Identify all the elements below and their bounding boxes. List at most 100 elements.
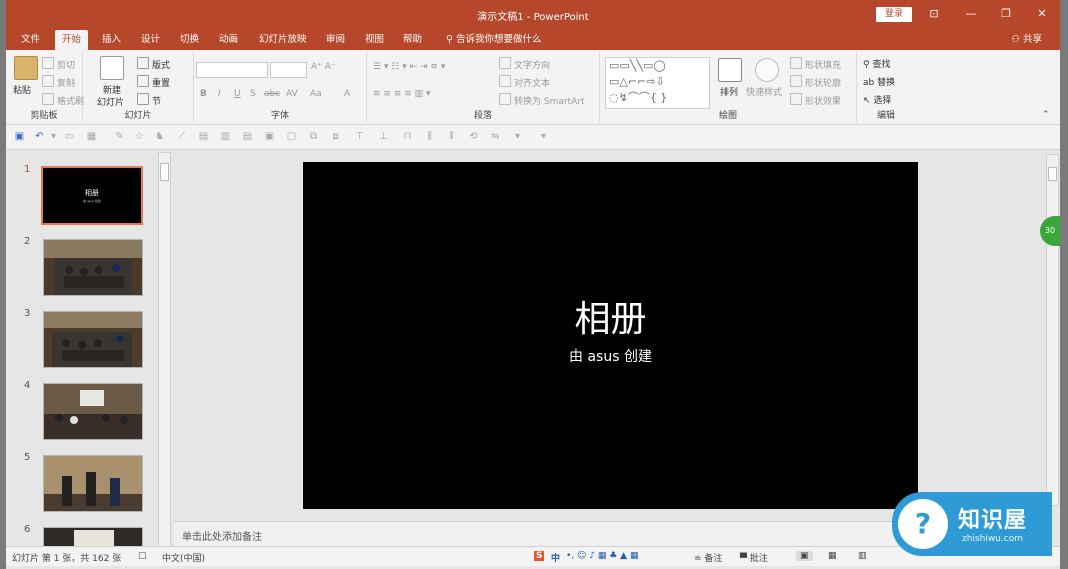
- shapes-gallery[interactable]: ▭▭╲╲▭◯ ▭△⌐⌐⇨⇩ ◌↯⌒⌒{ }: [605, 57, 710, 109]
- slide-thumbnail-1[interactable]: 相册 由 asus 创建: [41, 166, 143, 225]
- notes-placeholder[interactable]: 单击此处添加备注: [182, 528, 262, 543]
- slide-thumbnail-6[interactable]: [43, 527, 143, 547]
- layout-button[interactable]: 版式: [137, 57, 170, 71]
- eyedropper-icon[interactable]: ⟋: [176, 131, 187, 142]
- tab-insert[interactable]: 插入: [95, 30, 128, 50]
- format-painter-button[interactable]: 格式刷: [42, 93, 84, 107]
- cut-button[interactable]: 剪切: [42, 57, 75, 71]
- arrange-button[interactable]: 排列: [720, 85, 738, 98]
- shape-outline-button[interactable]: 形状轮廓: [790, 75, 841, 89]
- strikethrough-button[interactable]: abc: [264, 89, 280, 99]
- align-top-icon[interactable]: ⊤: [354, 131, 365, 142]
- undo-icon[interactable]: ↶: [34, 131, 45, 142]
- collapse-ribbon-icon[interactable]: ⌃: [1042, 110, 1050, 120]
- shape-fill-button[interactable]: 形状填充: [790, 57, 841, 71]
- font-size-input[interactable]: [270, 62, 307, 78]
- tab-help[interactable]: 帮助: [396, 30, 429, 50]
- animation-icon[interactable]: ♞: [154, 131, 165, 142]
- main-scrollbar[interactable]: [1046, 154, 1059, 506]
- tab-slideshow[interactable]: 幻灯片放映: [252, 30, 314, 50]
- align-right-icon[interactable]: ▤: [242, 131, 253, 142]
- shape-effects-button[interactable]: 形状效果: [790, 93, 841, 107]
- tab-transitions[interactable]: 切换: [173, 30, 206, 50]
- align-text-button[interactable]: 对齐文本: [499, 75, 550, 89]
- align-icons[interactable]: ≡ ≡ ≡ ≡ ▥ ▾: [373, 89, 431, 99]
- align-left-icon[interactable]: ▤: [198, 131, 209, 142]
- bullets-icon[interactable]: ☰ ▾ ☷ ▾ ⇤ ⇥ ≡ ▾: [373, 62, 445, 72]
- new-slide-label-2[interactable]: 幻灯片: [97, 95, 124, 108]
- current-slide[interactable]: 相册 由 asus 创建: [303, 162, 918, 509]
- customize-qat-icon[interactable]: ▾: [538, 131, 549, 142]
- sogou-ime-icon[interactable]: S: [534, 551, 545, 561]
- thumbnails-scrollbar[interactable]: [158, 152, 171, 548]
- font-name-input[interactable]: [196, 62, 268, 78]
- ime-mode[interactable]: 中: [551, 551, 560, 564]
- comments-toggle[interactable]: ▀ 批注: [740, 551, 768, 564]
- format-icon[interactable]: ▾: [512, 131, 523, 142]
- close-button[interactable]: ✕: [1032, 6, 1052, 22]
- ribbon-display-options-button[interactable]: ⊡: [924, 6, 944, 22]
- slide-subtitle[interactable]: 由 asus 创建: [303, 346, 918, 366]
- notes-toggle[interactable]: ≐ 备注: [694, 551, 722, 564]
- layout-icon-qat[interactable]: ▦: [86, 131, 97, 142]
- bring-forward-icon[interactable]: ⧉: [308, 131, 319, 142]
- align-middle-icon[interactable]: ⊥: [378, 131, 389, 142]
- language-status[interactable]: 中文(中国): [162, 551, 205, 564]
- bold-button[interactable]: B: [200, 89, 207, 99]
- slide-thumbnail-3[interactable]: [43, 311, 143, 368]
- reset-button[interactable]: 重置: [137, 75, 170, 89]
- undo-dropdown-icon[interactable]: ▾: [48, 131, 59, 142]
- maximize-button[interactable]: ❐: [996, 6, 1016, 22]
- distribute-v-icon[interactable]: ⫴: [446, 131, 457, 142]
- grow-font-icon[interactable]: A⁺ A⁻: [311, 62, 336, 72]
- text-direction-button[interactable]: 文字方向: [499, 57, 550, 71]
- scroll-thumb[interactable]: [160, 163, 169, 181]
- slide-thumbnail-5[interactable]: [43, 455, 143, 512]
- smartart-button[interactable]: 转换为 SmartArt: [499, 93, 584, 107]
- section-button[interactable]: 节: [137, 93, 161, 107]
- flip-icon[interactable]: ⇋: [490, 131, 501, 142]
- find-button[interactable]: ⚲ 查找: [863, 57, 890, 70]
- star-icon[interactable]: ☆: [134, 131, 145, 142]
- login-button[interactable]: 登录: [876, 7, 912, 22]
- slide-thumbnail-4[interactable]: [43, 383, 143, 440]
- slide-thumbnail-2[interactable]: [43, 239, 143, 296]
- tab-animations[interactable]: 动画: [212, 30, 245, 50]
- paste-button[interactable]: 粘贴: [13, 83, 31, 96]
- quick-styles-button[interactable]: 快速样式: [746, 85, 782, 98]
- main-scroll-thumb[interactable]: [1048, 167, 1057, 181]
- tab-home[interactable]: 开始: [55, 30, 89, 50]
- tab-design[interactable]: 设计: [134, 30, 167, 50]
- align-bottom-icon[interactable]: ⊓: [402, 131, 413, 142]
- select-button[interactable]: ↖ 选择: [863, 93, 891, 106]
- copy-button[interactable]: 复制: [42, 75, 75, 89]
- tab-review[interactable]: 审阅: [319, 30, 352, 50]
- spellcheck-icon[interactable]: ▢: [138, 551, 147, 561]
- send-back-icon[interactable]: ⧈: [330, 131, 341, 142]
- save-icon[interactable]: ▣: [14, 131, 25, 142]
- slide-count-status[interactable]: 幻灯片 第 1 张，共 162 张: [12, 551, 121, 564]
- underline-button[interactable]: U: [234, 89, 241, 99]
- minimize-button[interactable]: —: [961, 6, 981, 22]
- italic-button[interactable]: I: [218, 89, 221, 99]
- change-case-button[interactable]: Aa: [310, 89, 322, 99]
- char-spacing-button[interactable]: AV: [286, 89, 298, 99]
- normal-view-icon[interactable]: ▣: [796, 551, 813, 561]
- ungroup-icon[interactable]: ▢: [286, 131, 297, 142]
- tell-me-search[interactable]: ⚲ 告诉我你想要做什么: [446, 30, 542, 50]
- shadow-button[interactable]: S: [250, 89, 256, 99]
- distribute-h-icon[interactable]: ⫼: [424, 131, 435, 142]
- rotate-icon[interactable]: ⟲: [468, 131, 479, 142]
- replace-button[interactable]: ab 替换: [863, 75, 895, 88]
- share-button[interactable]: ⚇ 共享: [1011, 30, 1042, 50]
- font-color-button[interactable]: A: [344, 89, 350, 99]
- pin-icon[interactable]: ✎: [114, 131, 125, 142]
- reading-view-icon[interactable]: ▥: [858, 551, 867, 561]
- tab-file[interactable]: 文件: [14, 30, 47, 50]
- slide-sorter-icon[interactable]: ▦: [828, 551, 837, 561]
- slide-title[interactable]: 相册: [303, 290, 918, 342]
- picture-icon[interactable]: ▭: [64, 131, 75, 142]
- tab-view[interactable]: 视图: [358, 30, 391, 50]
- ime-toolbar-icons[interactable]: •, ☺ ♪ ▦ ♣ ▲ ▦: [566, 551, 638, 561]
- group-icon[interactable]: ▣: [264, 131, 275, 142]
